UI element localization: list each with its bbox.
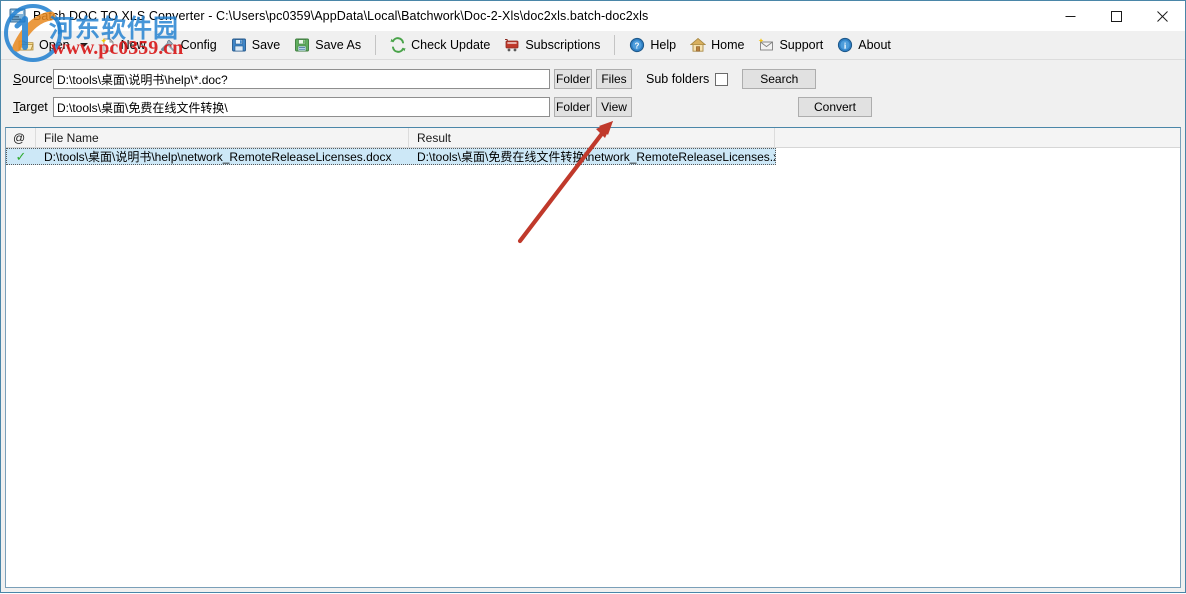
row-result-cell: D:\tools\桌面\免费在线文件转换\network_RemoteRelea… bbox=[409, 148, 775, 165]
window-controls bbox=[1047, 1, 1185, 31]
svg-text:?: ? bbox=[635, 41, 640, 50]
source-label: Source bbox=[13, 72, 53, 86]
toolbar-button-support[interactable]: Support bbox=[751, 32, 830, 58]
toolbar-button-save-as[interactable]: Save As bbox=[287, 32, 368, 58]
toolbar-button-save[interactable]: Save bbox=[224, 32, 288, 58]
toolbar-label-new: New bbox=[121, 38, 146, 52]
title-bar: Batch DOC TO XLS Converter - C:\Users\pc… bbox=[1, 1, 1185, 31]
column-header-filler bbox=[775, 128, 1180, 147]
source-folder-button[interactable]: Folder bbox=[554, 69, 592, 89]
file-list-header: @ File Name Result bbox=[6, 128, 1180, 148]
toolbar-label-open: Open bbox=[39, 38, 70, 52]
sub-folders-checkbox[interactable] bbox=[715, 73, 728, 86]
toolbar-label-subscriptions: Subscriptions bbox=[525, 38, 600, 52]
toolbar-separator-1 bbox=[375, 35, 376, 55]
open-folder-icon bbox=[18, 37, 34, 53]
info-circle-icon: i bbox=[837, 37, 853, 53]
toolbar-label-support: Support bbox=[779, 38, 823, 52]
target-folder-button[interactable]: Folder bbox=[554, 97, 592, 117]
sub-folders-label: Sub folders bbox=[646, 72, 709, 86]
path-form: Source Folder Files Sub folders Search T… bbox=[1, 60, 1185, 124]
column-header-file-name[interactable]: File Name bbox=[36, 128, 409, 147]
toolbar-button-help[interactable]: ? Help bbox=[622, 32, 683, 58]
toolbar-button-new[interactable]: New bbox=[93, 32, 153, 58]
sub-folders-group: Sub folders bbox=[646, 72, 728, 86]
toolbar-button-open[interactable]: Open bbox=[11, 32, 77, 58]
close-icon bbox=[1157, 11, 1168, 22]
new-document-icon bbox=[100, 37, 116, 53]
minimize-button[interactable] bbox=[1047, 1, 1093, 31]
toolbar-button-config[interactable]: Config bbox=[153, 32, 224, 58]
config-tools-icon bbox=[160, 37, 176, 53]
toolbar-label-home: Home bbox=[711, 38, 744, 52]
toolbar-button-about[interactable]: i About bbox=[830, 32, 898, 58]
home-icon bbox=[690, 37, 706, 53]
row-file-name-cell: D:\tools\桌面\说明书\help\network_RemoteRelea… bbox=[36, 148, 409, 165]
row-status-cell: ✓ bbox=[6, 148, 36, 165]
target-label-rest: arget bbox=[19, 100, 48, 114]
target-label: Target bbox=[13, 100, 53, 114]
column-header-result[interactable]: Result bbox=[409, 128, 775, 147]
column-header-status[interactable]: @ bbox=[6, 128, 36, 147]
toolbar-button-subscriptions[interactable]: Subscriptions bbox=[497, 32, 607, 58]
toolbar-label-about: About bbox=[858, 38, 891, 52]
toolbar-label-check-update: Check Update bbox=[411, 38, 490, 52]
toolbar-separator-2 bbox=[614, 35, 615, 55]
refresh-icon bbox=[390, 37, 406, 53]
source-files-button[interactable]: Files bbox=[596, 69, 632, 89]
maximize-icon bbox=[1111, 11, 1122, 22]
maximize-button[interactable] bbox=[1093, 1, 1139, 31]
toolbar-label-save: Save bbox=[252, 38, 281, 52]
target-input[interactable] bbox=[53, 97, 550, 117]
toolbar-button-home[interactable]: Home bbox=[683, 32, 751, 58]
toolbar-label-config: Config bbox=[181, 38, 217, 52]
chevron-down-icon bbox=[80, 43, 88, 47]
save-as-icon bbox=[294, 37, 310, 53]
target-row: Target Folder View Convert bbox=[1, 96, 1185, 118]
source-label-rest: ource bbox=[21, 72, 52, 86]
save-floppy-icon bbox=[231, 37, 247, 53]
search-button[interactable]: Search bbox=[742, 69, 816, 89]
window-title: Batch DOC TO XLS Converter - C:\Users\pc… bbox=[33, 9, 648, 23]
source-row: Source Folder Files Sub folders Search bbox=[1, 68, 1185, 90]
target-view-button[interactable]: View bbox=[596, 97, 632, 117]
table-row[interactable]: ✓ D:\tools\桌面\说明书\help\network_RemoteRel… bbox=[6, 148, 776, 165]
close-button[interactable] bbox=[1139, 1, 1185, 31]
app-icon bbox=[9, 7, 27, 25]
file-list: @ File Name Result ✓ D:\tools\桌面\说明书\hel… bbox=[5, 127, 1181, 588]
toolbar-label-help: Help bbox=[650, 38, 676, 52]
toolbar-button-check-update[interactable]: Check Update bbox=[383, 32, 497, 58]
open-dropdown-arrow[interactable] bbox=[77, 33, 91, 57]
main-toolbar: Open New Config bbox=[1, 31, 1185, 60]
green-check-icon: ✓ bbox=[16, 150, 27, 163]
mail-star-icon bbox=[758, 37, 774, 53]
minimize-icon bbox=[1065, 11, 1076, 22]
toolbar-label-save-as: Save As bbox=[315, 38, 361, 52]
source-input[interactable] bbox=[53, 69, 550, 89]
help-circle-icon: ? bbox=[629, 37, 645, 53]
convert-button[interactable]: Convert bbox=[798, 97, 872, 117]
application-window: Batch DOC TO XLS Converter - C:\Users\pc… bbox=[0, 0, 1186, 593]
cart-icon bbox=[504, 37, 520, 53]
